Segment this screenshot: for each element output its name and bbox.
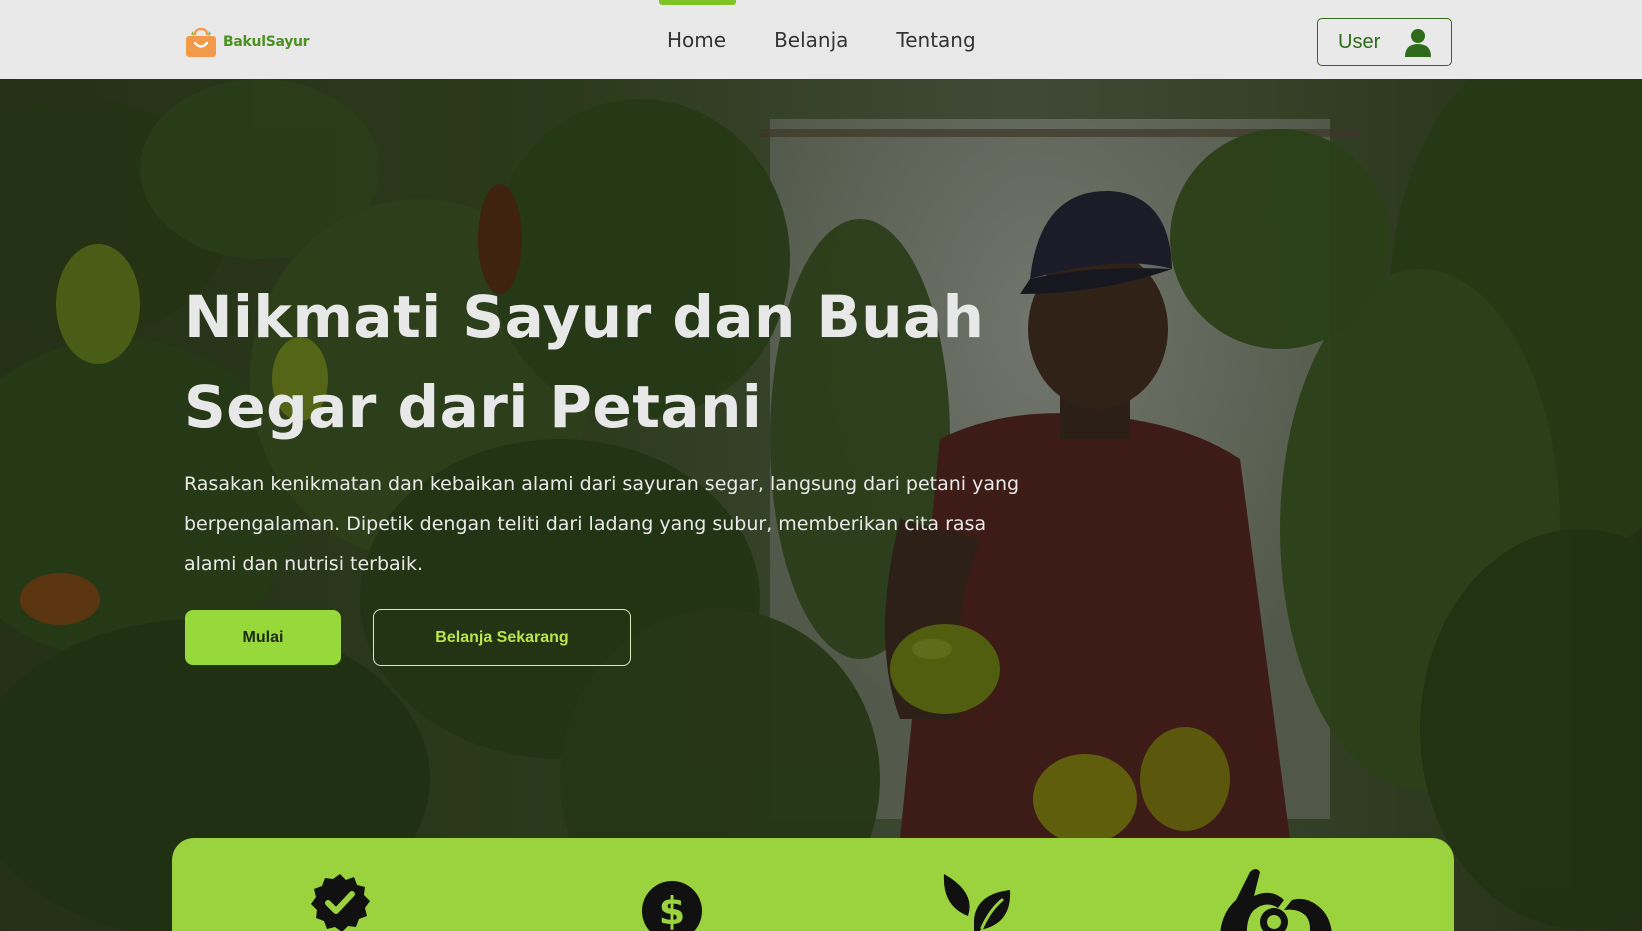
shop-now-button[interactable]: Belanja Sekarang [373, 609, 631, 666]
hero-description: Rasakan kenikmatan dan kebaikan alami da… [184, 473, 1020, 575]
landing-page: BakulSayur Home Belanja Tentang User Nik… [0, 0, 1642, 931]
nav-item-home[interactable]: Home [658, 0, 737, 79]
user-button-label: User [1338, 30, 1381, 53]
hero-section: Nikmati Sayur dan Buah Segar dari Petani… [0, 79, 1642, 931]
verified-badge-icon [311, 874, 370, 931]
user-icon [1405, 29, 1431, 57]
leaf-sprout-icon [943, 874, 1011, 931]
nav-item-belanja[interactable]: Belanja [774, 0, 848, 79]
svg-text:$: $ [659, 889, 685, 931]
hero-title-line1: Nikmati Sayur dan Buah [184, 283, 985, 351]
main-nav: Home Belanja Tentang [658, 0, 976, 79]
features-bar: $ [172, 838, 1454, 931]
hero-title-line2: Segar dari Petani [184, 373, 763, 441]
top-navbar: BakulSayur Home Belanja Tentang User [0, 0, 1642, 79]
start-button[interactable]: Mulai [185, 610, 341, 665]
shopping-bag-icon [186, 27, 216, 57]
brand-name: BakulSayur [223, 34, 310, 50]
nav-item-tentang[interactable]: Tentang [896, 0, 975, 79]
hero-title: Nikmati Sayur dan Buah Segar dari Petani [184, 272, 1084, 452]
dollar-coin-icon: $ [642, 881, 702, 931]
brand-logo[interactable]: BakulSayur [184, 25, 310, 59]
user-account-button[interactable]: User [1317, 18, 1452, 66]
hands-heart-icon [1220, 869, 1332, 931]
